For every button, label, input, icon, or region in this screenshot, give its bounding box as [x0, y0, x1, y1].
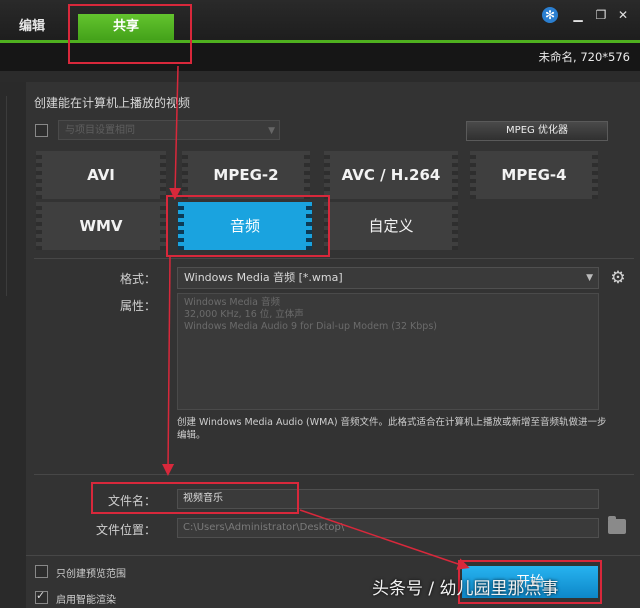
- annotation-arrows: [162, 65, 470, 570]
- annotation-box-share: [68, 4, 192, 64]
- watermark: 头条号 / 幼儿园里那点事: [372, 579, 559, 599]
- annotation-box-audio: [166, 195, 330, 257]
- annotation-box-filename: [91, 482, 299, 514]
